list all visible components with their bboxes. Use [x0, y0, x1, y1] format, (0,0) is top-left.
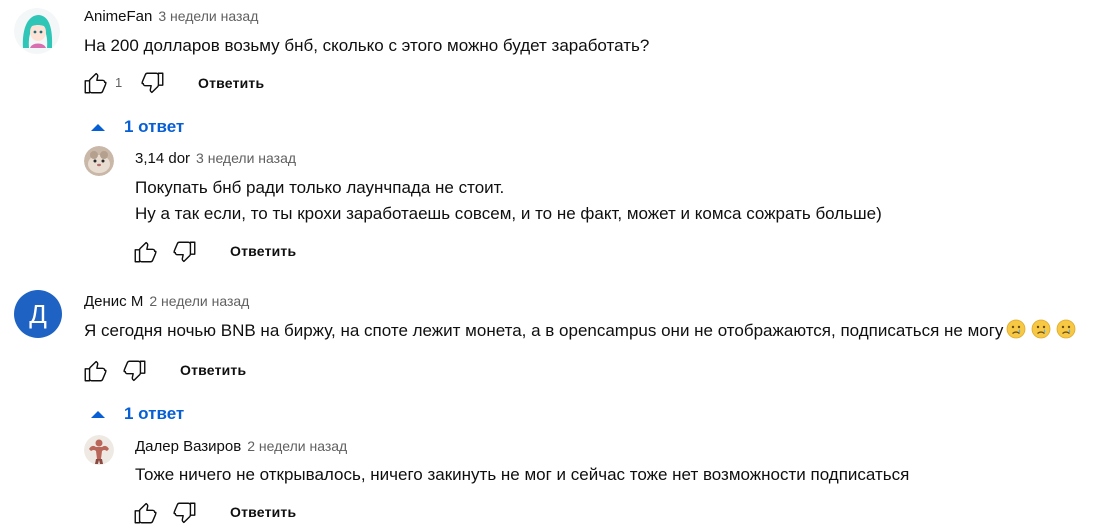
comment-time[interactable]: 2 недели назад: [149, 293, 249, 309]
dislike-button[interactable]: [172, 500, 198, 531]
dislike-button[interactable]: [122, 358, 148, 389]
replies-toggle[interactable]: 1 ответ: [90, 404, 184, 424]
comment-author[interactable]: AnimeFan: [84, 8, 152, 25]
replies-toggle-label: 1 ответ: [124, 404, 185, 423]
caret-up-icon: [91, 411, 105, 418]
replies-toggle[interactable]: 1 ответ: [90, 117, 184, 137]
avatar[interactable]: Д: [14, 290, 62, 338]
replies-toggle-label: 1 ответ: [124, 117, 185, 136]
reply-author-line: 3,14 dor 3 недели назад: [135, 150, 296, 167]
comment-text: На 200 долларов возьму бнб, сколько с эт…: [84, 36, 650, 55]
anime-avatar-icon: [14, 8, 60, 54]
like-button[interactable]: [132, 239, 158, 270]
reply-button[interactable]: Ответить: [180, 362, 246, 378]
hamster-avatar-icon: [84, 146, 114, 176]
thumbs-up-icon: [84, 360, 107, 382]
avatar[interactable]: [14, 8, 60, 54]
comment-text-line: Я сегодня ночью BNB на биржу, на споте л…: [84, 318, 1076, 344]
bodybuilder-avatar-icon: [84, 435, 114, 465]
dislike-button[interactable]: [140, 70, 166, 101]
avatar-letter: Д: [29, 298, 47, 329]
reply-button[interactable]: Ответить: [198, 75, 264, 91]
thumbs-down-icon: [141, 72, 164, 94]
like-button[interactable]: [82, 358, 108, 389]
reply-button[interactable]: Ответить: [230, 243, 296, 259]
reply-author[interactable]: 3,14 dor: [135, 150, 190, 167]
comment-author-line: AnimeFan 3 недели назад: [84, 8, 258, 25]
comment-author[interactable]: Денис М: [84, 293, 143, 310]
crying-face-icon: [1057, 319, 1076, 339]
like-button[interactable]: [132, 500, 158, 531]
comment-text: Я сегодня ночью BNB на биржу, на споте л…: [84, 321, 1004, 340]
reply-button[interactable]: Ответить: [230, 504, 296, 520]
like-count: 1: [115, 75, 123, 90]
thumbs-down-icon: [123, 360, 146, 382]
reply-text-line-1: Покупать бнб ради только лаунчпада не ст…: [135, 178, 505, 197]
reply-author-line: Далер Вазиров 2 недели назад: [135, 438, 347, 455]
comment-time[interactable]: 3 недели назад: [158, 8, 258, 24]
crying-face-icon: [1007, 319, 1026, 339]
thumbs-down-icon: [173, 502, 196, 524]
thumbs-up-icon: [134, 241, 157, 263]
like-button[interactable]: [82, 70, 108, 101]
thumbs-down-icon: [173, 241, 196, 263]
comment-author-line: Денис М 2 недели назад: [84, 293, 249, 310]
reply-text-line-2: Ну а так если, то ты крохи заработаешь с…: [135, 204, 882, 223]
reply-author[interactable]: Далер Вазиров: [135, 438, 241, 455]
caret-up-icon: [91, 124, 105, 131]
reply-text: Тоже ничего не открывалось, ничего закин…: [135, 465, 910, 484]
reply-avatar[interactable]: [84, 435, 114, 465]
reply-avatar[interactable]: [84, 146, 114, 176]
thumbs-up-icon: [84, 72, 107, 94]
dislike-button[interactable]: [172, 239, 198, 270]
reply-time[interactable]: 3 недели назад: [196, 150, 296, 166]
reply-time[interactable]: 2 недели назад: [247, 438, 347, 454]
crying-face-icon: [1032, 319, 1051, 339]
thumbs-up-icon: [134, 502, 157, 524]
